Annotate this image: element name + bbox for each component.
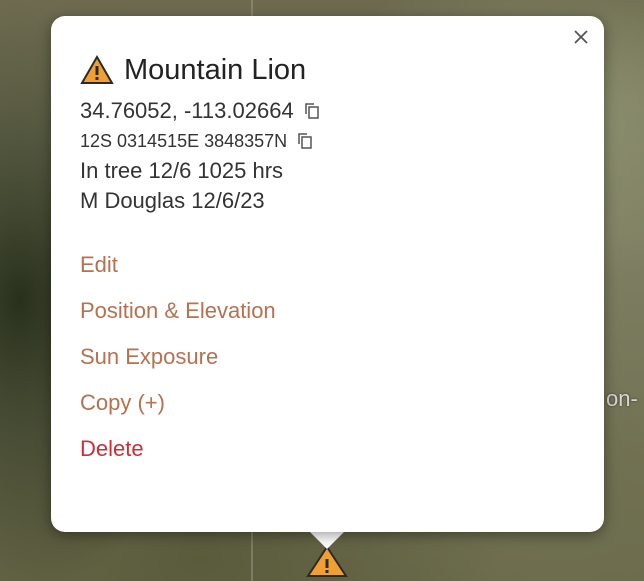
copy-icon[interactable] [297,132,313,150]
warning-triangle-icon [80,55,114,84]
utm-row: 12S 0314515E 3848357N [80,126,580,156]
close-button[interactable] [568,24,594,50]
close-icon [574,30,588,44]
sun-exposure-link[interactable]: Sun Exposure [80,342,580,372]
author-text: M Douglas 12/6/23 [80,188,265,213]
copy-icon[interactable] [304,102,320,120]
popup-title: Mountain Lion [124,53,307,86]
delete-link[interactable]: Delete [80,434,580,464]
edit-link[interactable]: Edit [80,250,580,280]
note-text: In tree 12/6 1025 hrs [80,158,284,183]
map-label: on- [606,386,638,411]
utm-coordinates: 12S 0314515E 3848357N [80,131,288,151]
marker-popup: Mountain Lion 34.76052, -113.02664 12S 0… [51,16,604,532]
position-elevation-link[interactable]: Position & Elevation [80,296,580,326]
latlon-coordinates: 34.76052, -113.02664 [80,98,294,123]
popup-title-row: Mountain Lion [80,52,580,88]
copy-link[interactable]: Copy (+) [80,388,580,418]
latlon-row: 34.76052, -113.02664 [80,96,580,126]
